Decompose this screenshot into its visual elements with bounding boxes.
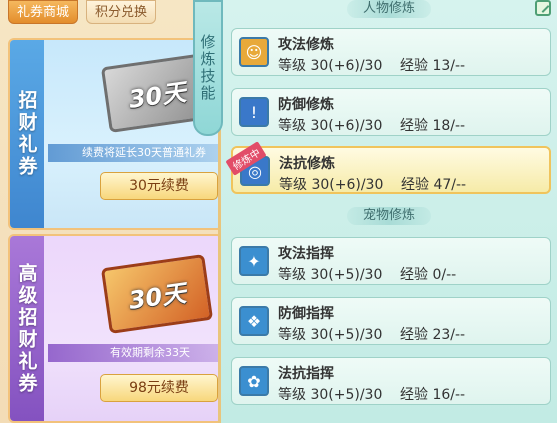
skill-level: 等级 30(+6)/30 <box>278 58 383 74</box>
card-title-bar: 高级招财礼券 <box>10 236 44 421</box>
section-title: 人物修炼 <box>346 0 431 18</box>
skill-level: 等级 30(+5)/30 <box>278 267 383 283</box>
tab-ticket-mall[interactable]: 礼券商城 <box>8 0 79 24</box>
skill-name: 攻法修炼 <box>278 37 334 53</box>
edit-icon[interactable] <box>535 0 551 16</box>
skill-exp: 经验 16/-- <box>400 387 466 403</box>
fortune-ticket-card: 招财礼券 30天 续费将延长30天普通礼券 30元续费 <box>8 38 223 230</box>
skill-level: 等级 30(+5)/30 <box>278 327 383 343</box>
card-note: 续费将延长30天普通礼券 <box>48 144 221 162</box>
card-note: 有效期剩余33天 <box>48 344 221 362</box>
tab-cultivation-skills[interactable]: 修炼技能 <box>193 0 223 136</box>
ticket-label: 30天 <box>126 77 188 114</box>
shield-icon: ! <box>239 97 269 127</box>
skill-defense-command[interactable]: ❖ 防御指挥 等级 30(+5)/30 经验 23/-- <box>231 297 551 345</box>
skill-magic-resist-cultivation[interactable]: ◎ 修炼中 法抗修炼 等级 30(+6)/30 经验 47/-- <box>225 141 551 194</box>
skill-level: 等级 30(+5)/30 <box>278 387 383 403</box>
skill-exp: 经验 18/-- <box>400 118 466 134</box>
skill-exp: 经验 13/-- <box>400 58 466 74</box>
paw-shield-icon: ❖ <box>239 306 269 336</box>
gold-ticket-icon: 30天 <box>100 254 214 334</box>
renew-30-button[interactable]: 30元续费 <box>100 172 218 200</box>
paw-magic-icon: ✿ <box>239 366 269 396</box>
card-title: 高级招财礼券 <box>15 262 38 395</box>
skill-magic-resist-command[interactable]: ✿ 法抗指挥 等级 30(+5)/30 经验 16/-- <box>231 357 551 405</box>
skill-attack-cultivation[interactable]: ☺ 攻法修炼 等级 30(+6)/30 经验 13/-- <box>231 28 551 76</box>
skill-name: 攻法指挥 <box>278 246 334 262</box>
skill-name: 防御指挥 <box>278 306 334 322</box>
character-section-header: 人物修炼 <box>221 0 557 18</box>
tab-points-exchange[interactable]: 积分兑换 <box>86 0 157 24</box>
skill-name: 法抗指挥 <box>278 366 334 382</box>
skill-exp: 经验 47/-- <box>401 177 467 193</box>
ticket-label: 30天 <box>126 278 188 315</box>
skill-exp: 经验 23/-- <box>400 327 466 343</box>
section-title: 宠物修炼 <box>346 207 431 225</box>
skill-level: 等级 30(+6)/30 <box>279 177 384 193</box>
skill-level: 等级 30(+6)/30 <box>278 118 383 134</box>
skill-attack-command[interactable]: ✦ 攻法指挥 等级 30(+5)/30 经验 0/-- <box>231 237 551 285</box>
cultivation-skill-panel: 人物修炼 ☺ 攻法修炼 等级 30(+6)/30 经验 13/-- ! 防御修炼… <box>218 0 557 423</box>
pet-section-header: 宠物修炼 <box>221 207 557 225</box>
person-icon: ☺ <box>239 37 269 67</box>
skill-name: 法抗修炼 <box>279 156 335 172</box>
skill-exp: 经验 0/-- <box>400 267 457 283</box>
claw-icon: ✦ <box>239 246 269 276</box>
card-title-bar: 招财礼券 <box>10 40 44 228</box>
premium-fortune-ticket-card: 高级招财礼券 30天 有效期剩余33天 98元续费 <box>8 234 223 423</box>
card-title: 招财礼券 <box>15 90 38 178</box>
renew-98-button[interactable]: 98元续费 <box>100 374 218 402</box>
shop-tabs: 礼券商城 积分兑换 <box>8 0 157 24</box>
side-tab-label: 修炼技能 <box>198 34 217 102</box>
skill-defense-cultivation[interactable]: ! 防御修炼 等级 30(+6)/30 经验 18/-- <box>231 88 551 136</box>
skill-name: 防御修炼 <box>278 97 334 113</box>
